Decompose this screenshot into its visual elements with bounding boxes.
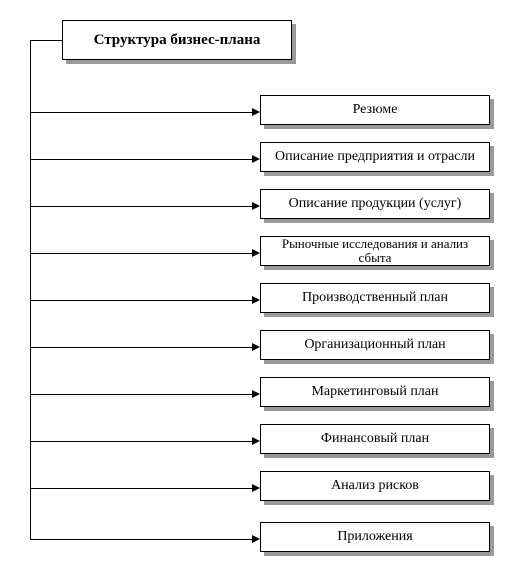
item-label: Рыночные исследования и анализ сбыта <box>267 237 483 266</box>
title-stub <box>30 40 62 41</box>
arrow-icon <box>252 535 260 543</box>
arrow-icon <box>252 296 260 304</box>
item-box: Маркетинговый план <box>260 377 490 407</box>
item-label: Маркетинговый план <box>311 384 438 399</box>
title-text: Структура бизнес-плана <box>94 32 261 49</box>
connector <box>30 300 252 301</box>
item-box: Резюме <box>260 95 490 125</box>
connector <box>30 347 252 348</box>
connector <box>30 159 252 160</box>
item-box: Анализ рисков <box>260 471 490 501</box>
title-box: Структура бизнес-плана <box>62 20 292 60</box>
item-box: Описание продукции (услуг) <box>260 189 490 219</box>
connector <box>30 488 252 489</box>
item-box: Производственный план <box>260 283 490 313</box>
item-label: Финансовый план <box>321 431 429 446</box>
item-box: Приложения <box>260 522 490 552</box>
connector <box>30 112 252 113</box>
arrow-icon <box>252 390 260 398</box>
arrow-icon <box>252 108 260 116</box>
arrow-icon <box>252 249 260 257</box>
item-label: Описание продукции (услуг) <box>289 196 462 211</box>
connector <box>30 539 252 540</box>
arrow-icon <box>252 437 260 445</box>
trunk-line <box>30 40 31 540</box>
arrow-icon <box>252 155 260 163</box>
item-label: Резюме <box>353 102 398 117</box>
connector <box>30 206 252 207</box>
item-box: Финансовый план <box>260 424 490 454</box>
item-label: Приложения <box>337 529 412 544</box>
item-box: Организационный план <box>260 330 490 360</box>
arrow-icon <box>252 343 260 351</box>
item-label: Описание предприятия и отрасли <box>275 149 475 164</box>
connector <box>30 441 252 442</box>
connector <box>30 253 252 254</box>
connector <box>30 394 252 395</box>
item-label: Анализ рисков <box>331 478 419 493</box>
arrow-icon <box>252 202 260 210</box>
item-label: Организационный план <box>304 337 445 352</box>
arrow-icon <box>252 484 260 492</box>
item-label: Производственный план <box>302 290 448 305</box>
item-box: Рыночные исследования и анализ сбыта <box>260 236 490 266</box>
item-box: Описание предприятия и отрасли <box>260 142 490 172</box>
